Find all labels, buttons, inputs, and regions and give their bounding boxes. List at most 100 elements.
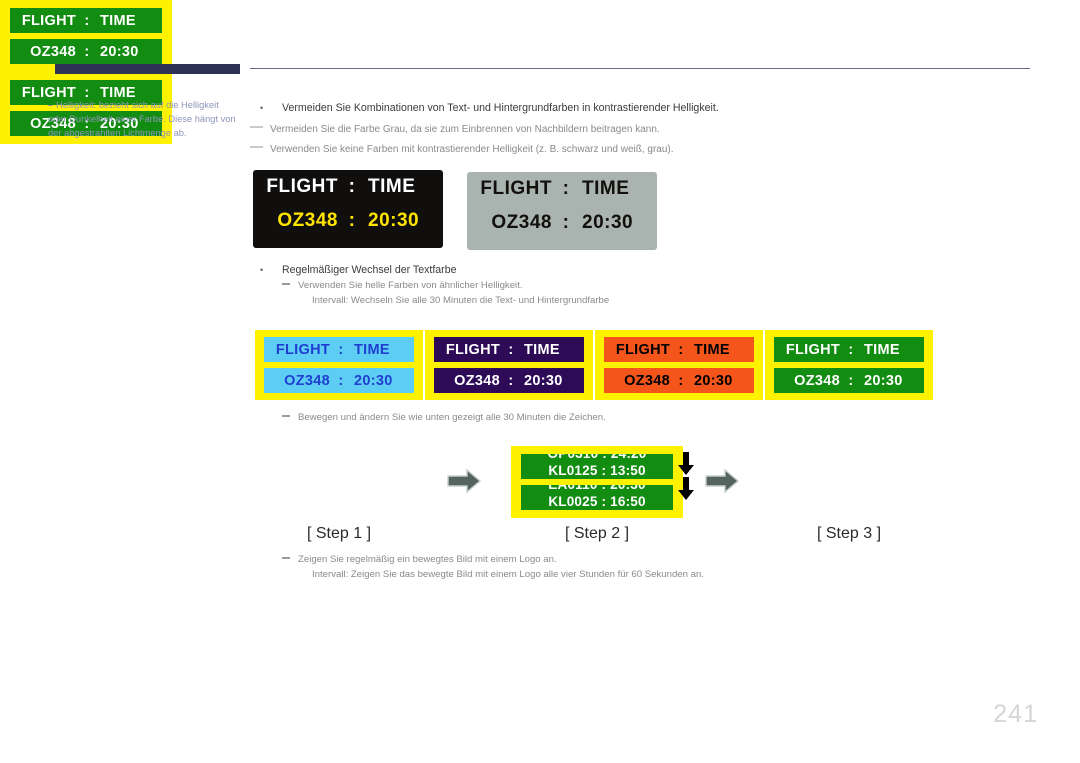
bullet-line: Vermeiden Sie die Farbe Grau, da sie zum… [250, 122, 719, 138]
display-separator: : [678, 341, 684, 358]
content-block-moving-image: Zeigen Sie regelmäßig ein bewegtes Bild … [250, 552, 1040, 582]
header-rule-line [250, 68, 1030, 69]
display-example-orange: FLIGHT : TIME OZ348 : 20:30 [595, 330, 763, 400]
bullet-line: Verwenden Sie helle Farben von ähnlicher… [250, 278, 1040, 293]
bullet-line: • Vermeiden Sie Kombinationen von Text- … [250, 100, 719, 116]
display-label-time: TIME [582, 178, 630, 199]
display-separator: : [508, 341, 514, 358]
display-separator: : [348, 210, 356, 231]
arrow-right-icon [705, 468, 739, 494]
scroll-time: 20:30 [610, 485, 646, 492]
display-value-time: 20:30 [694, 372, 733, 389]
step-2-display: OP0310 : 24:20 KL0125 : 13:50 EA0110 : 2… [511, 446, 683, 518]
display-example-green: FLIGHT : TIME OZ348 : 20:30 [765, 330, 933, 400]
display-label-time: TIME [864, 341, 900, 358]
display-label-flight: FLIGHT [21, 12, 76, 29]
bullet-line: Verwenden Sie keine Farben mit kontrasti… [250, 142, 719, 158]
scroll-flight: OP0310 [548, 454, 599, 461]
display-label-flight: FLIGHT [480, 178, 552, 199]
dash-marker [282, 283, 290, 285]
sidebar-note-marker: – [48, 100, 54, 110]
display-value-time: 20:30 [100, 43, 139, 60]
display-header-row: FLIGHT : TIME [434, 337, 584, 362]
display-value-flight: OZ348 [30, 43, 76, 60]
display-example-gray: FLIGHT : TIME OZ348 : 20:30 [467, 172, 657, 250]
bullet-line: Bewegen und ändern Sie wie unten gezeigt… [250, 410, 1040, 425]
display-value-row: OZ348 : 20:30 [253, 204, 443, 238]
bullet-text: Vermeiden Sie Kombinationen von Text- un… [282, 102, 719, 114]
display-value-flight: OZ348 [277, 210, 338, 231]
arrow-right-icon [447, 468, 481, 494]
display-header-row: FLIGHT : TIME [467, 172, 657, 206]
arrow-down-icon [677, 477, 695, 501]
display-label-time: TIME [694, 341, 730, 358]
display-value-time: 20:30 [354, 372, 393, 389]
display-separator: : [338, 372, 344, 389]
display-value-flight: OZ348 [454, 372, 500, 389]
dash-marker [250, 126, 263, 128]
display-label-time: TIME [100, 12, 136, 29]
display-value-row: OZ348 : 20:30 [467, 206, 657, 240]
scroll-time: 13:50 [610, 463, 646, 478]
sidebar-note-text: Helligkeit: bezieht sich auf die Helligk… [48, 100, 236, 139]
dash-marker [250, 146, 263, 148]
display-value-flight: OZ348 [624, 372, 670, 389]
bullet-text: Zeigen Sie regelmäßig ein bewegtes Bild … [298, 554, 557, 565]
bullet-line: Intervall: Wechseln Sie alle 30 Minuten … [250, 293, 1040, 308]
display-label-flight: FLIGHT [266, 176, 338, 197]
display-separator: : [562, 212, 570, 233]
document-page: – Helligkeit: bezieht sich auf die Hellig… [0, 0, 1080, 763]
display-separator: : [848, 372, 854, 389]
content-block-avoid-contrast: • Vermeiden Sie Kombinationen von Text- … [250, 100, 719, 158]
display-value-row: OZ348 : 20:30 [604, 368, 754, 393]
scroll-line: KL0125 : 13:50 [521, 462, 673, 479]
dash-marker [282, 415, 290, 417]
step-2-caption: [ Step 2 ] [564, 525, 630, 542]
display-separator: : [678, 372, 684, 389]
header-accent-bar [55, 64, 240, 74]
scroll-line: KL0025 : 16:50 [521, 493, 673, 510]
display-separator: : [338, 341, 344, 358]
step-3-caption: [ Step 3 ] [816, 525, 882, 542]
page-number: 241 [993, 700, 1038, 728]
arrow-down-icon [677, 452, 695, 476]
bullet-text: Regelmäßiger Wechsel der Textfarbe [282, 264, 457, 276]
display-separator: : [602, 485, 607, 492]
scroll-line: OP0310 : 24:20 [521, 454, 673, 462]
scrolling-pane-bottom: EA0110 : 20:30 KL0025 : 16:50 [521, 485, 673, 510]
display-header-row: FLIGHT : TIME [774, 337, 924, 362]
display-separator: : [348, 176, 356, 197]
bullet-text: Vermeiden Sie die Farbe Grau, da sie zum… [270, 124, 660, 135]
display-header-row: FLIGHT : TIME [253, 170, 443, 204]
display-label-flight: FLIGHT [445, 341, 500, 358]
display-separator: : [508, 372, 514, 389]
display-separator: : [84, 12, 90, 29]
display-separator: : [601, 494, 607, 509]
display-value-row: OZ348 : 20:30 [264, 368, 414, 393]
display-label-flight: FLIGHT [275, 341, 330, 358]
content-block-move-characters: Bewegen und ändern Sie wie unten gezeigt… [250, 410, 1040, 425]
scroll-line: EA0110 : 20:30 [521, 485, 673, 493]
display-separator: : [602, 454, 607, 461]
step-1-caption: [ Step 1 ] [306, 525, 372, 542]
display-value-flight: OZ348 [284, 372, 330, 389]
scroll-time: 24:20 [611, 454, 647, 461]
display-value-row: OZ348 : 20:30 [774, 368, 924, 393]
display-header-row: FLIGHT : TIME [10, 8, 162, 33]
display-label-flight: FLIGHT [615, 341, 670, 358]
bullet-marker: • [260, 265, 264, 275]
display-value-row: OZ348 : 20:30 [434, 368, 584, 393]
step-1-display: FLIGHT : TIME OZ348 : 20:30 [0, 0, 172, 72]
bullet-text: Verwenden Sie helle Farben von ähnlicher… [298, 280, 523, 291]
display-value-time: 20:30 [582, 212, 634, 233]
display-header-row: FLIGHT : TIME [604, 337, 754, 362]
scroll-flight: KL0125 [548, 463, 598, 478]
display-example-black: FLIGHT : TIME OZ348 : 20:30 [253, 170, 443, 248]
display-separator: : [848, 341, 854, 358]
display-value-time: 20:30 [864, 372, 903, 389]
display-value-row: OZ348 : 20:30 [10, 39, 162, 64]
bullet-text: Verwenden Sie keine Farben mit kontrasti… [270, 144, 674, 155]
sidebar-note: – Helligkeit: bezieht sich auf die Hellig… [48, 98, 238, 141]
bullet-marker: • [260, 103, 264, 113]
display-example-purple: FLIGHT : TIME OZ348 : 20:30 [425, 330, 593, 400]
